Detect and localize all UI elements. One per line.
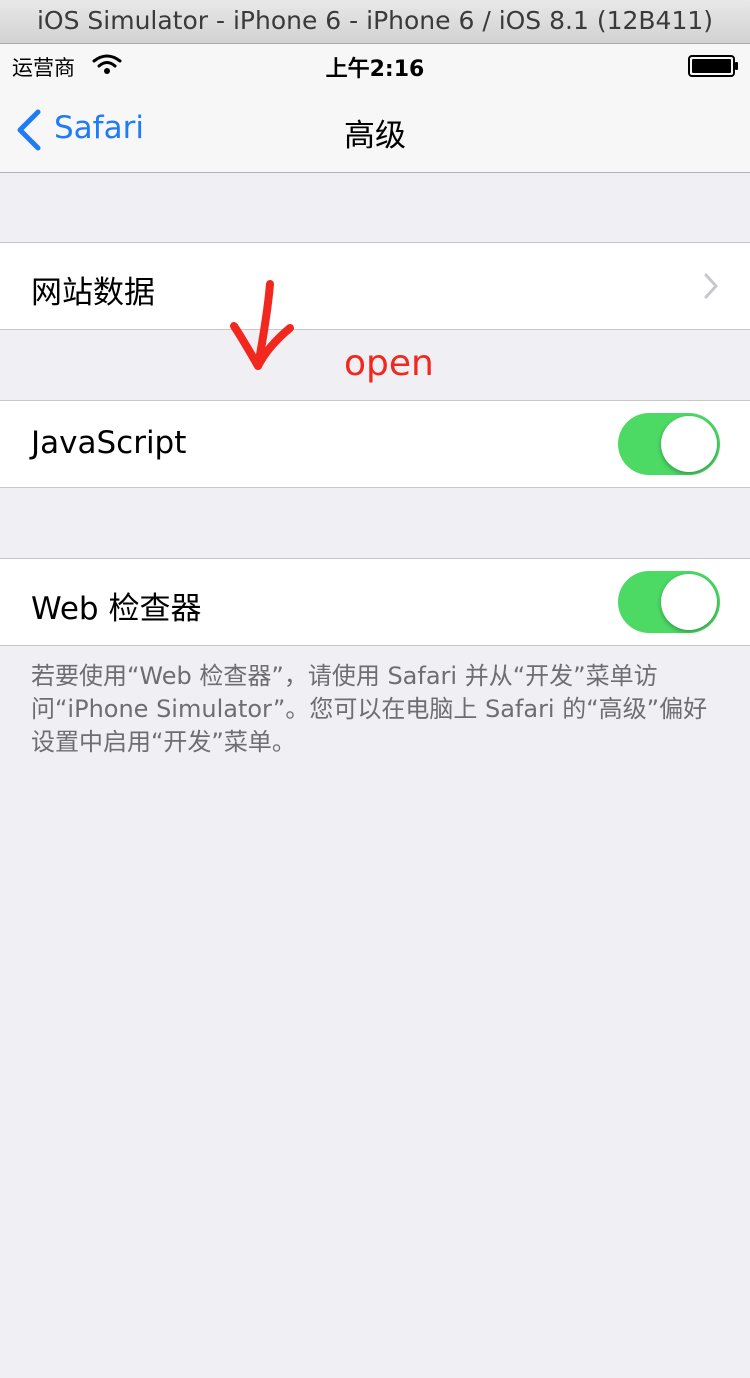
- battery-icon: [688, 55, 740, 77]
- status-time: 上午2:16: [325, 57, 425, 82]
- chevron-right-icon: [703, 272, 719, 300]
- toggle-knob: [661, 574, 717, 630]
- status-bar: 运营商 上午2:16: [0, 44, 750, 86]
- website-data-row[interactable]: 网站数据: [0, 242, 750, 330]
- web-inspector-footer-note: 若要使用“Web 检查器”，请使用 Safari 并从“开发”菜单访问“iPho…: [31, 662, 708, 756]
- javascript-toggle[interactable]: [618, 413, 720, 475]
- toggle-knob: [661, 416, 717, 472]
- page-title: 高级: [344, 118, 406, 154]
- web-inspector-toggle[interactable]: [618, 571, 720, 633]
- javascript-row: JavaScript: [0, 400, 750, 488]
- navigation-bar: Safari 高级: [0, 86, 750, 173]
- simulator-titlebar: iOS Simulator - iPhone 6 - iPhone 6 / iO…: [0, 0, 750, 44]
- website-data-label: 网站数据: [31, 275, 155, 311]
- javascript-label: JavaScript: [31, 425, 187, 461]
- web-inspector-label: Web 检查器: [31, 591, 202, 627]
- simulator-title: iOS Simulator - iPhone 6 - iPhone 6 / iO…: [36, 6, 714, 35]
- annotation-open-label: open: [344, 343, 434, 384]
- web-inspector-row: Web 检查器: [0, 558, 750, 646]
- red-arrow-annotation-icon: [224, 278, 300, 374]
